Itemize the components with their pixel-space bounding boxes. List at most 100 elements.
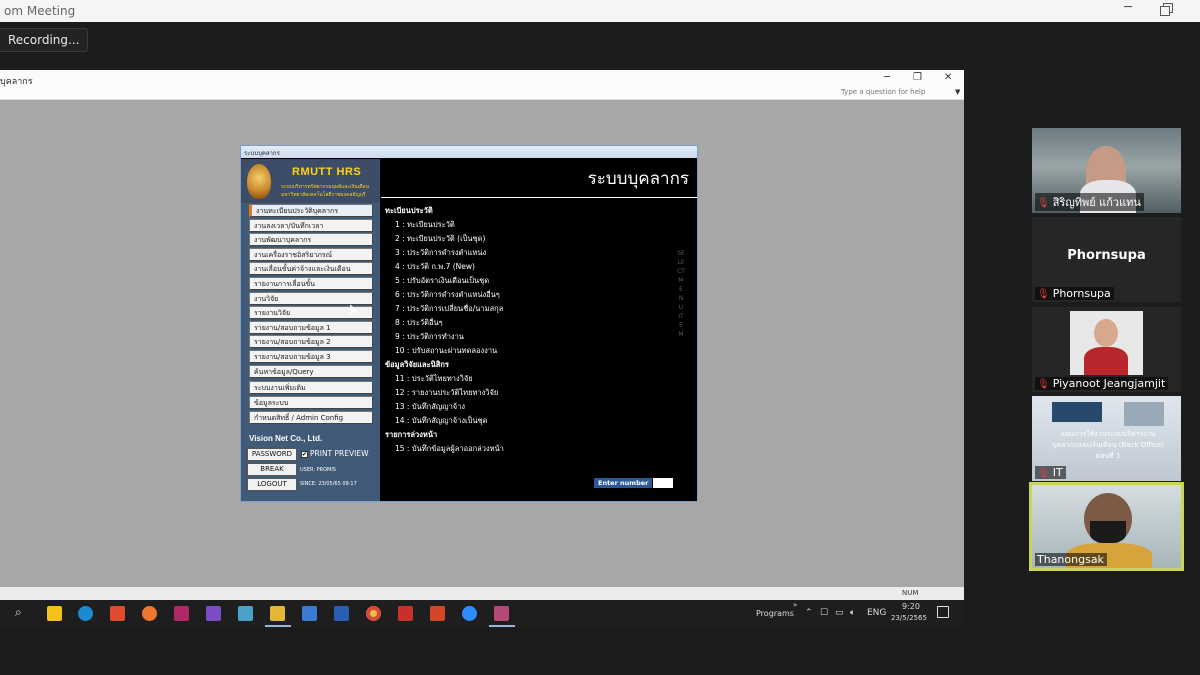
- participant-name-label: 🎙 สิริญทิพย์ แก้วแทน: [1035, 193, 1144, 211]
- edge-icon[interactable]: [78, 606, 93, 621]
- menu-development[interactable]: งานพัฒนาบุคลากร: [249, 233, 373, 246]
- visual-studio-icon[interactable]: [206, 606, 221, 621]
- zoom-window-title: om Meeting: [4, 4, 76, 18]
- menu-item-2[interactable]: 2 : ทะเบียนประวัติ (เป็นชุด): [395, 233, 485, 245]
- programs-toolbar[interactable]: Programs: [756, 609, 794, 618]
- menu-decorations[interactable]: งานเครื่องราชอิสริยาภรณ์: [249, 248, 373, 261]
- hrs-form-title: ระบบบุคลากร: [241, 146, 697, 158]
- menu-additional[interactable]: ระบบงานเพิ่มเติม: [249, 381, 373, 394]
- participant-tile-active-speaker[interactable]: Thanongsak: [1029, 482, 1184, 571]
- hrs-menu-panel: ระบบบุคลากร ทะเบียนประวัติ 1 : ทะเบียนปร…: [381, 159, 697, 501]
- mic-muted-icon: 🎙: [1037, 198, 1050, 209]
- sticky-notes-icon[interactable]: [47, 606, 62, 621]
- close-button[interactable]: ✕: [944, 72, 952, 83]
- presentation-title-line-1: แผนการใช้งานระบบบริหารงาน: [1060, 430, 1156, 438]
- menu-item-3[interactable]: 3 : ประวัติการดำรงตำแหน่ง: [395, 247, 486, 259]
- media-icon[interactable]: [174, 606, 189, 621]
- programs-chevron[interactable]: »: [793, 601, 797, 609]
- login-since-info: SINCE: 23/05/65 09:17: [300, 481, 357, 487]
- app-logo-text: RMUTT HRS: [292, 166, 362, 178]
- powerpoint-icon[interactable]: [430, 606, 445, 621]
- participant-name: Piyanoot Jeangjamjit: [1052, 377, 1166, 390]
- screenshot-icon[interactable]: [494, 606, 509, 621]
- access-window-title: บุคลากร: [0, 77, 33, 87]
- menu-item-4[interactable]: 4 : ประวัติ ก.พ.7 (New): [395, 261, 475, 273]
- clock-date[interactable]: 23/5/2565: [891, 614, 927, 622]
- participant-tile[interactable]: 🎙 Piyanoot Jeangjamjit: [1032, 307, 1181, 392]
- enter-number-input[interactable]: [653, 478, 673, 488]
- logo-area: RMUTT HRS ระบบบริหารทรัพยากรมนุษย์และเงิ…: [241, 159, 380, 203]
- menu-item-5[interactable]: 5 : ปรับอัตราเงินเดือนเป็นชุด: [395, 275, 489, 287]
- participant-tile[interactable]: 🎙 สิริญทิพย์ แก้วแทน: [1032, 128, 1181, 213]
- menu-system-info[interactable]: ข้อมูลระบบ: [249, 396, 373, 409]
- menu-item-11[interactable]: 11 : ประวัติไทยทางวิจัย: [395, 373, 473, 385]
- participant-name: Thanongsak: [1037, 553, 1104, 566]
- menu-item-12[interactable]: 12 : รายงานประวัติไทยทางวิจัย: [395, 387, 498, 399]
- network-icon[interactable]: ☐: [820, 608, 828, 618]
- mic-muted-icon: 🎙: [1037, 289, 1050, 300]
- access-statusbar: NUM: [0, 587, 964, 600]
- menu-research[interactable]: งานวิจัย: [249, 292, 373, 305]
- participant-tile[interactable]: แผนการใช้งานระบบบริหารงาน บุคลากรและเงิน…: [1032, 396, 1181, 481]
- menu-promotion-report[interactable]: รายงานการเลื่อนขั้น: [249, 277, 373, 290]
- menu-admin-config[interactable]: กำหนดสิทธิ์ / Admin Config: [249, 411, 373, 424]
- participant-name: สิริญทิพย์ แก้วแทน: [1052, 196, 1141, 209]
- chrome-icon[interactable]: [366, 606, 381, 621]
- search-icon[interactable]: ⌕: [15, 605, 29, 619]
- participant-name-label: 🎙 Phornsupa: [1035, 287, 1114, 300]
- restore-button[interactable]: ❐: [913, 72, 922, 83]
- help-dropdown-icon[interactable]: ▼: [955, 88, 960, 96]
- menu-item-9[interactable]: 9 : ประวัติการทำงาน: [395, 331, 464, 343]
- hrs-left-panel: RMUTT HRS ระบบบริหารทรัพยากรมนุษย์และเงิ…: [241, 159, 380, 501]
- print-preview-checkbox[interactable]: ✔: [301, 451, 308, 458]
- participant-tile[interactable]: Phornsupa 🎙 Phornsupa: [1032, 217, 1181, 302]
- active-app-indicator: [265, 625, 291, 627]
- menu-salary-increase[interactable]: งานเลื่อนขั้นค่าจ้างและเงินเดือน: [249, 262, 373, 275]
- help-search-box[interactable]: Type a question for help: [841, 88, 925, 96]
- participant-display-name: Phornsupa: [1067, 248, 1146, 263]
- presentation-image: [1124, 402, 1164, 426]
- office-icon[interactable]: [238, 606, 253, 621]
- participant-name-label: Thanongsak: [1035, 553, 1107, 566]
- menu-item-8[interactable]: 8 : ประวัติอื่นๆ: [395, 317, 443, 329]
- user-info: USER: PROMIS: [300, 467, 336, 473]
- word-icon[interactable]: [334, 606, 349, 621]
- tray-overflow-icon[interactable]: ⌃: [805, 608, 813, 618]
- minimize-button[interactable]: ─: [884, 72, 890, 83]
- slides-icon[interactable]: [110, 606, 125, 621]
- break-button[interactable]: BREAK: [247, 463, 297, 476]
- volume-icon[interactable]: 🔈︎: [850, 608, 855, 618]
- menu-item-10[interactable]: 10 : ปรับสถานะผ่านทดลองงาน: [395, 345, 497, 357]
- presentation-logo: [1052, 402, 1102, 422]
- recording-indicator[interactable]: Recording...: [0, 28, 88, 52]
- language-indicator[interactable]: ENG: [867, 608, 886, 618]
- display-icon[interactable]: ▭: [835, 608, 844, 618]
- menu-report-2[interactable]: รายงาน/สอบถามข้อมูล 2: [249, 335, 373, 348]
- presentation-title-line-3: ตอนที่ 1: [1095, 452, 1121, 460]
- password-button[interactable]: PASSWORD: [247, 448, 297, 461]
- firefox-icon[interactable]: [142, 606, 157, 621]
- participant-mask: [1090, 521, 1126, 543]
- file-explorer-icon[interactable]: [270, 606, 285, 621]
- hrs-main-form: ระบบบุคลากร RMUTT HRS ระบบบริหารทรัพยากร…: [240, 145, 698, 502]
- minimize-button[interactable]: ─: [1118, 0, 1138, 20]
- menu-item-7[interactable]: 7 : ประวัติการเปลี่ยนชื่อ/นามสกุล: [395, 303, 503, 315]
- menu-item-15[interactable]: 15 : บันทึกข้อมูลผู้ลาออกล่วงหน้า: [395, 443, 504, 455]
- menu-time-attendance[interactable]: งานลงเวลา/บันทึกเวลา: [249, 219, 373, 232]
- menu-query[interactable]: ค้นหาข้อมูล/Query: [249, 365, 373, 378]
- restore-button[interactable]: [1160, 3, 1174, 17]
- participant-video: [1070, 311, 1143, 375]
- logout-button[interactable]: LOGOUT: [247, 478, 297, 491]
- menu-item-6[interactable]: 6 : ประวัติการดำรงตำแหน่งอื่นๆ: [395, 289, 500, 301]
- people-icon[interactable]: [302, 606, 317, 621]
- menu-report-1[interactable]: รายงาน/สอบถามข้อมูล 1: [249, 321, 373, 334]
- menu-item-13[interactable]: 13 : บันทึกสัญญาจ้าง: [395, 401, 465, 413]
- menu-registry[interactable]: งานทะเบียนประวัติบุคลากร: [249, 204, 373, 217]
- clock-time[interactable]: 9:20: [900, 602, 922, 611]
- menu-item-14[interactable]: 14 : บันทึกสัญญาจ้างเป็นชุด: [395, 415, 487, 427]
- zoom-app-icon[interactable]: [462, 606, 477, 621]
- acrobat-icon[interactable]: [398, 606, 413, 621]
- menu-item-1[interactable]: 1 : ทะเบียนประวัติ: [395, 219, 455, 231]
- menu-report-3[interactable]: รายงาน/สอบถามข้อมูล 3: [249, 350, 373, 363]
- notification-icon[interactable]: [937, 606, 949, 618]
